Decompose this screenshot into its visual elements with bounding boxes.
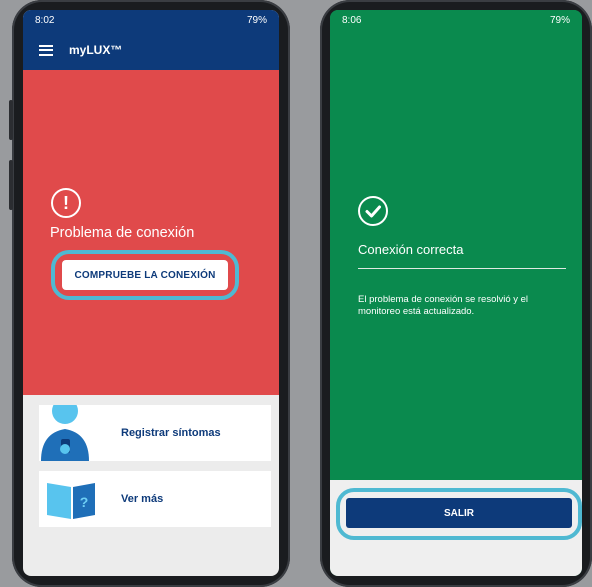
- person-phone-illustration: [41, 405, 89, 461]
- divider: [358, 268, 566, 269]
- right-screen: 8:06 79% Conexión correcta El problema d…: [330, 10, 582, 576]
- app-bar: myLUX™: [23, 30, 279, 70]
- see-more-card[interactable]: ? Ver más: [39, 471, 271, 527]
- phone-right: 8:06 79% Conexión correcta El problema d…: [320, 0, 592, 587]
- status-bar: 8:06 79%: [330, 10, 582, 30]
- see-more-label: Ver más: [121, 493, 164, 505]
- connection-error-panel: ! Problema de conexión COMPRUEBE LA CONE…: [23, 70, 279, 395]
- log-symptoms-card[interactable]: Registrar síntomas: [39, 405, 271, 461]
- book-illustration: ?: [47, 483, 95, 519]
- button-highlight: [336, 488, 582, 540]
- phone-left: 8:02 79% myLUX™ ! Problema de conexión C…: [9, 0, 290, 587]
- status-bar: 8:02 79%: [23, 10, 279, 30]
- power-button: [9, 160, 13, 210]
- log-symptoms-label: Registrar síntomas: [121, 427, 221, 439]
- checkmark-icon: [365, 205, 381, 218]
- error-title: Problema de conexión: [50, 225, 195, 241]
- success-title: Conexión correcta: [358, 242, 464, 257]
- left-screen: 8:02 79% myLUX™ ! Problema de conexión C…: [23, 10, 279, 576]
- status-battery: 79%: [246, 14, 267, 26]
- svg-text:?: ?: [80, 494, 89, 510]
- menu-icon[interactable]: [39, 44, 53, 56]
- button-highlight: [51, 250, 239, 300]
- status-time: 8:06: [342, 14, 362, 26]
- check-circle-icon: [358, 196, 388, 226]
- volume-button: [9, 100, 13, 140]
- success-message: El problema de conexión se resolvió y el…: [358, 294, 529, 317]
- status-battery: 79%: [549, 14, 570, 26]
- app-title: myLUX™: [69, 43, 123, 57]
- alert-icon: !: [51, 188, 81, 218]
- status-time: 8:02: [35, 14, 55, 26]
